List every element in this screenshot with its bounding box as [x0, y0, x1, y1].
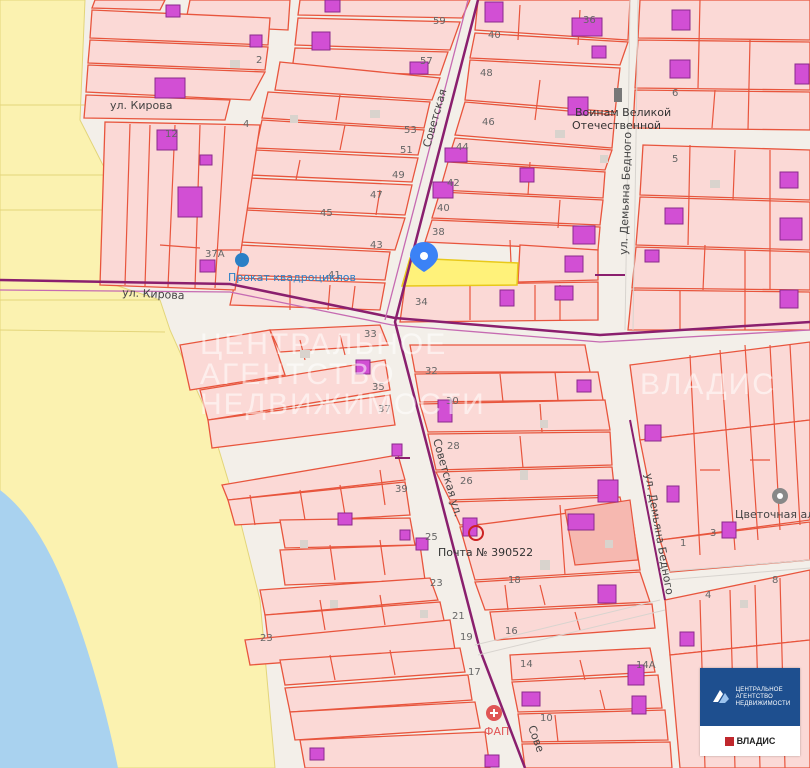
- house-number: 12: [165, 129, 178, 140]
- house-number: 4: [705, 590, 711, 601]
- house-number: 45: [320, 208, 333, 219]
- house-number: 17: [468, 667, 481, 678]
- brand-line: АГЕНТСТВО: [735, 693, 773, 700]
- house-number: 28: [447, 441, 460, 452]
- street-label-kirova-top: ул. Кирова: [110, 99, 172, 112]
- house-number: 5: [672, 154, 678, 165]
- brand-name: ВЛАДИС: [736, 736, 776, 746]
- house-number: 30: [446, 396, 459, 407]
- house-number: 18: [508, 575, 521, 586]
- house-number: 38: [432, 227, 445, 238]
- house-number: 36: [583, 15, 596, 26]
- house-number: 23: [430, 578, 443, 589]
- house-number: 53: [404, 125, 417, 136]
- vladis-mark-icon: [724, 736, 734, 746]
- house-number: 33: [364, 329, 377, 340]
- poi-label-monument-1: Воинам Великой: [575, 106, 671, 119]
- brand-header: ЦЕНТРАЛЬНОЕ АГЕНТСТВО НЕДВИЖИМОСТИ: [700, 668, 800, 726]
- house-number: 40: [437, 203, 450, 214]
- house-number: 32: [425, 366, 438, 377]
- poi-label-fap: ФАП: [484, 725, 509, 738]
- house-number: 35: [372, 382, 385, 393]
- house-number: 25: [425, 532, 438, 543]
- house-number: 3: [710, 528, 716, 539]
- brand-footer: ВЛАДИС: [700, 726, 800, 756]
- house-number: 10: [540, 713, 553, 724]
- house-number: 1: [680, 538, 686, 549]
- parcel-highlight-shaded: [564, 499, 639, 566]
- house-number: 2: [256, 55, 262, 66]
- agency-logo-icon: [712, 690, 729, 703]
- house-number: 14А: [636, 660, 656, 671]
- house-number: 14: [520, 659, 533, 670]
- house-number: 57: [420, 56, 433, 67]
- house-number: 40: [488, 30, 501, 41]
- brand-logo-box: ЦЕНТРАЛЬНОЕ АГЕНТСТВО НЕДВИЖИМОСТИ ВЛАДИ…: [700, 668, 800, 756]
- house-number: 39: [395, 484, 408, 495]
- house-number: 49: [392, 170, 405, 181]
- house-number: 48: [480, 68, 493, 79]
- brand-line: НЕДВИЖИМОСТИ: [735, 700, 791, 707]
- house-number: 46: [482, 117, 495, 128]
- monument-icon: [614, 88, 622, 102]
- house-number: 21: [452, 611, 465, 622]
- cadastral-map[interactable]: 59 57 53 51 49 47 45 43 41 37А 48 46 44 …: [0, 0, 810, 768]
- house-number: 19: [460, 632, 473, 643]
- house-number: 34: [415, 297, 428, 308]
- house-number: 59: [433, 16, 446, 27]
- house-number: 16: [505, 626, 518, 637]
- parcels-upper-right: [627, 0, 810, 331]
- poi-label-prokat: Прокат квадроциклов: [228, 271, 356, 284]
- house-number: 43: [370, 240, 383, 251]
- street-label-tsvetochnaya: Цветочная ал: [735, 508, 810, 521]
- poi-flower-alley[interactable]: [772, 488, 788, 504]
- house-number: 23: [260, 633, 273, 644]
- house-number: 42: [447, 178, 460, 189]
- house-number: 37А: [205, 249, 225, 260]
- house-number: 37: [378, 404, 391, 415]
- house-number: 4: [243, 119, 249, 130]
- house-number: 44: [456, 142, 469, 153]
- house-number: 47: [370, 190, 383, 201]
- house-number: 6: [672, 88, 678, 99]
- house-number: 51: [400, 145, 413, 156]
- poi-label-monument-2: Отечественной: [572, 119, 661, 132]
- brand-line: ЦЕНТРАЛЬНОЕ: [735, 686, 783, 693]
- poi-label-post: Почта № 390522: [438, 546, 533, 559]
- house-number: 26: [460, 476, 473, 487]
- bike-rental-icon: [235, 253, 249, 267]
- house-number: 8: [772, 575, 778, 586]
- brand-text: ЦЕНТРАЛЬНОЕ АГЕНТСТВО НЕДВИЖИМОСТИ: [736, 687, 791, 708]
